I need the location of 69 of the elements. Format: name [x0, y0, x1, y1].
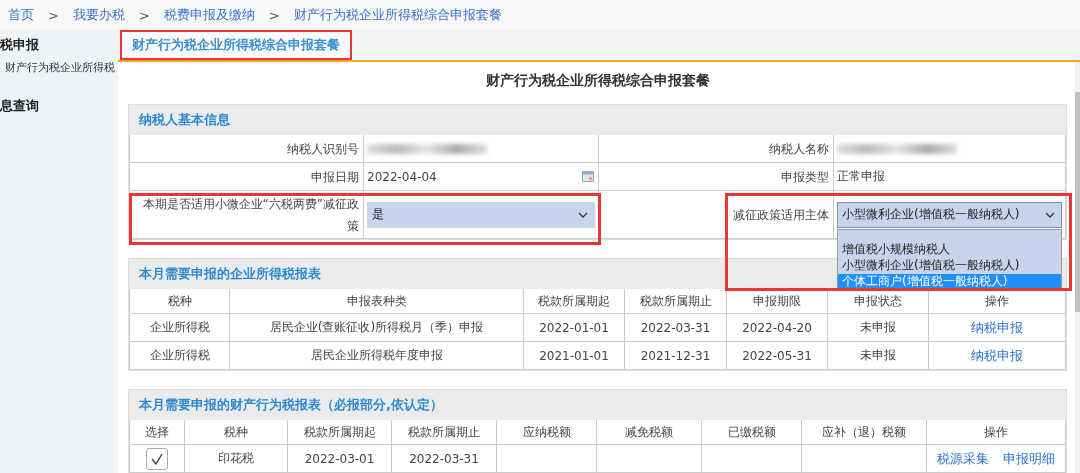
field-value: 正常申报: [837, 168, 885, 185]
table-cell: 2022-03-31: [625, 314, 727, 342]
sidebar-group[interactable]: 税申报: [0, 34, 39, 60]
column-header: 税种: [130, 289, 230, 314]
sidebar-item[interactable]: 财产行为税企业所得税: [0, 60, 118, 95]
breadcrumb-link[interactable]: 首页: [8, 6, 34, 24]
select-field[interactable]: 是: [367, 201, 595, 228]
column-header: 税款所属期起: [524, 289, 625, 314]
table-cell: 印花税: [185, 445, 288, 473]
breadcrumb-link[interactable]: 税费申报及缴纳: [163, 6, 255, 24]
column-header: 税款所属期止: [625, 289, 727, 314]
field-label: 申报类型: [599, 163, 834, 191]
table-cell: 2022-05-31: [727, 342, 828, 370]
select-field[interactable]: 小型微利企业(增值税一般纳税人): [837, 201, 1062, 228]
declare-link[interactable]: 纳税申报: [971, 346, 1023, 365]
table-cell: 2021-01-01: [524, 342, 625, 370]
column-header: 操作: [929, 289, 1066, 314]
dropdown-option[interactable]: 个体工商户(增值税一般纳税人): [838, 273, 1061, 290]
table-cell: 2022-03-31: [392, 445, 497, 473]
table-cell: 居民企业(查账征收)所得税月（季）申报: [230, 314, 524, 342]
column-header: 申报表种类: [230, 289, 524, 314]
section-title: 纳税人基本信息: [138, 111, 230, 129]
field-label: 纳税人识别号: [130, 135, 364, 163]
column-header: 税款所属期止: [392, 420, 497, 445]
column-header: 操作: [927, 420, 1066, 445]
table-cell: 企业所得税: [130, 342, 230, 370]
column-header: 申报状态: [828, 289, 929, 314]
field-label: 申报日期: [130, 163, 364, 191]
table-cell: 未申报: [828, 314, 929, 342]
breadcrumb-separator: >: [268, 7, 280, 23]
declare-link[interactable]: 纳税申报: [971, 318, 1023, 337]
column-header: 税种: [185, 420, 288, 445]
field-label: 纳税人名称: [599, 135, 834, 163]
column-header: 选择: [130, 420, 185, 445]
chevron-down-icon: [578, 211, 588, 218]
scrollbar[interactable]: [1075, 62, 1080, 473]
table-cell: 2022-01-01: [524, 314, 625, 342]
breadcrumb-link[interactable]: 我要办税: [72, 6, 125, 24]
chevron-down-icon: [1045, 211, 1055, 218]
table-cell: 居民企业所得税年度申报: [230, 342, 524, 370]
table-cell: 2021-12-31: [625, 342, 727, 370]
action-link[interactable]: 税源采集: [937, 449, 989, 468]
breadcrumb-separator: >: [48, 7, 59, 23]
section-title: 本月需要申报的财产行为税报表（必报部分,依认定）: [138, 396, 443, 414]
page-title: 财产行为税企业所得税综合申报套餐: [484, 71, 711, 90]
column-header: 应纳税额: [497, 420, 597, 445]
table-cell: 2022-04-20: [727, 314, 828, 342]
calendar-icon[interactable]: [582, 171, 594, 182]
table-cell: 2022-03-01: [288, 445, 392, 473]
sidebar-group[interactable]: 息查询: [0, 95, 39, 121]
column-header: 应补（退）税额: [802, 420, 927, 445]
column-header: 申报期限: [727, 289, 828, 314]
table-cell: 企业所得税: [130, 314, 230, 342]
checkbox[interactable]: [146, 447, 168, 470]
breadcrumb-link[interactable]: 财产行为税企业所得税综合申报套餐: [293, 6, 502, 24]
date-value: 2022-04-04: [367, 169, 437, 184]
dropdown-option[interactable]: 增值税小规模纳税人: [838, 241, 1061, 258]
column-header: 减免税额: [597, 420, 702, 445]
field-label: 减征政策适用主体: [599, 191, 834, 239]
action-link[interactable]: 申报明细: [1003, 449, 1055, 468]
column-header: 已缴税额: [702, 420, 802, 445]
checkmark-icon: [150, 451, 164, 466]
tab[interactable]: 财产行为税企业所得税综合申报套餐: [120, 30, 352, 60]
section-title: 本月需要申报的企业所得税报表: [138, 265, 321, 283]
column-header: 税款所属期起: [288, 420, 392, 445]
dropdown-option[interactable]: 小型微利企业(增值税一般纳税人): [838, 257, 1061, 274]
table-cell: 未申报: [828, 342, 929, 370]
field-label: 本期是否适用小微企业“六税两费”减征政策: [130, 191, 364, 239]
breadcrumb-separator: >: [138, 7, 150, 23]
